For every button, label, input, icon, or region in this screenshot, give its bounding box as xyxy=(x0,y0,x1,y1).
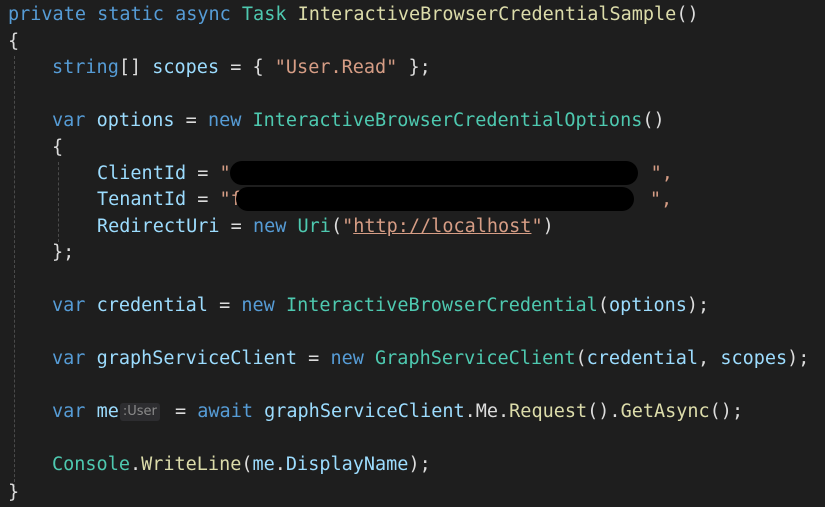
assign-operator: = { xyxy=(219,57,275,78)
open-brace: { xyxy=(8,31,20,52)
property-display-name: DisplayName xyxy=(285,454,409,475)
code-editor[interactable]: private static async Task InteractiveBro… xyxy=(0,0,825,507)
property-me: Me xyxy=(475,401,499,422)
call-parens: () xyxy=(587,401,610,422)
redacted-client-id xyxy=(230,161,638,185)
code-line-method-signature[interactable]: private static async Task InteractiveBro… xyxy=(8,2,699,28)
assign-operator: = xyxy=(174,110,208,131)
indent-guide xyxy=(58,162,59,242)
member-dot: . xyxy=(464,401,476,422)
code-line-me[interactable]: var me:User = await graphServiceClient.M… xyxy=(52,399,743,425)
redacted-tenant-id xyxy=(236,187,634,211)
array-brackets: [] xyxy=(118,57,142,78)
code-line-credential[interactable]: var credential = new InteractiveBrowserC… xyxy=(52,293,709,319)
keyword-new: new xyxy=(330,348,364,369)
type-task: Task xyxy=(241,4,287,25)
close-brace: } xyxy=(8,482,20,503)
variable-graph-service-client: graphServiceClient xyxy=(96,348,298,369)
method-request: Request xyxy=(509,401,588,422)
tenant-id-quote-close: ", xyxy=(649,189,673,210)
type-interactive-browser-credential: InteractiveBrowserCredential xyxy=(285,295,598,316)
variable-me-ref: me xyxy=(252,454,275,475)
close-paren: ) xyxy=(542,216,554,237)
assign-operator: = xyxy=(297,348,331,369)
call-parens: (); xyxy=(709,401,744,422)
code-line-options[interactable]: var options = new InteractiveBrowserCred… xyxy=(52,108,665,134)
open-paren: ( xyxy=(575,348,587,369)
keyword-var: var xyxy=(52,401,86,422)
variable-credential: credential xyxy=(96,295,208,316)
variable-scopes: scopes xyxy=(152,57,220,78)
constructor-parens: () xyxy=(642,110,665,131)
redirect-url-link[interactable]: http://localhost xyxy=(353,216,531,237)
method-parens: () xyxy=(676,4,699,25)
type-string: string xyxy=(52,57,119,78)
type-interactive-browser-credential-options: InteractiveBrowserCredentialOptions xyxy=(252,110,643,131)
keyword-new: new xyxy=(241,295,275,316)
argument-scopes: scopes xyxy=(720,348,788,369)
argument-credential: credential xyxy=(586,348,699,369)
method-get-async: GetAsync xyxy=(620,401,710,422)
assign-operator: = xyxy=(163,401,198,422)
string-literal-user-read: "User.Read" xyxy=(274,57,398,78)
variable-options: options xyxy=(96,110,175,131)
close-paren: ); xyxy=(787,348,810,369)
keyword-private: private xyxy=(8,4,86,25)
variable-me: me xyxy=(96,401,119,422)
member-dot: . xyxy=(129,454,142,475)
open-paren: ( xyxy=(597,295,609,316)
argument-separator: , xyxy=(698,348,721,369)
keyword-async: async xyxy=(175,4,231,25)
property-tenant-id: TenantId xyxy=(97,189,187,210)
open-paren: ( xyxy=(330,216,343,237)
code-line-graph-service-client[interactable]: var graphServiceClient = new GraphServic… xyxy=(52,346,809,372)
inlay-type-hint: :User xyxy=(119,403,160,421)
keyword-var: var xyxy=(52,295,86,316)
property-redirect-uri: RedirectUri xyxy=(97,216,220,237)
type-graph-service-client: GraphServiceClient xyxy=(375,348,576,369)
open-paren: ( xyxy=(241,454,253,475)
client-id-quote-close: ", xyxy=(650,163,673,184)
keyword-new: new xyxy=(252,216,287,237)
assign-operator: = xyxy=(186,189,220,210)
type-console: Console xyxy=(52,454,130,475)
code-line-redirect-uri[interactable]: RedirectUri = new Uri("http://localhost"… xyxy=(97,214,554,240)
keyword-static: static xyxy=(97,4,164,25)
quote-open: " xyxy=(342,216,354,237)
assign-operator: = xyxy=(207,295,242,316)
quote-close: " xyxy=(531,216,543,237)
statement-end: }; xyxy=(397,57,431,78)
keyword-var: var xyxy=(52,348,86,369)
variable-graph-service-client-ref: graphServiceClient xyxy=(264,401,465,422)
code-line-open-brace[interactable]: { xyxy=(8,29,19,55)
code-line-initializer-open[interactable]: { xyxy=(52,135,63,161)
close-paren: ); xyxy=(408,454,431,475)
keyword-await: await xyxy=(197,401,253,422)
member-dot: . xyxy=(498,401,510,422)
assign-operator: = xyxy=(186,163,220,184)
client-id-quote-open: " xyxy=(219,163,231,184)
initializer-close-brace: }; xyxy=(52,242,75,263)
type-uri: Uri xyxy=(297,216,331,237)
assign-operator: = xyxy=(219,216,253,237)
code-line-console-writeline[interactable]: Console.WriteLine(me.DisplayName); xyxy=(52,452,431,478)
initializer-open-brace: { xyxy=(52,137,64,158)
code-line-scopes[interactable]: string[] scopes = { "User.Read" }; xyxy=(52,55,431,81)
indent-guide xyxy=(14,56,15,492)
close-paren: ); xyxy=(686,295,710,316)
method-writeline: WriteLine xyxy=(141,454,242,475)
keyword-new: new xyxy=(207,110,242,131)
member-dot: . xyxy=(609,401,621,422)
code-line-initializer-close[interactable]: }; xyxy=(52,240,74,266)
method-name: InteractiveBrowserCredentialSample xyxy=(297,4,677,25)
keyword-var: var xyxy=(52,110,86,131)
code-line-close-brace[interactable]: } xyxy=(8,480,19,506)
member-dot: . xyxy=(274,454,286,475)
property-client-id: ClientId xyxy=(97,163,187,184)
argument-options: options xyxy=(608,295,687,316)
